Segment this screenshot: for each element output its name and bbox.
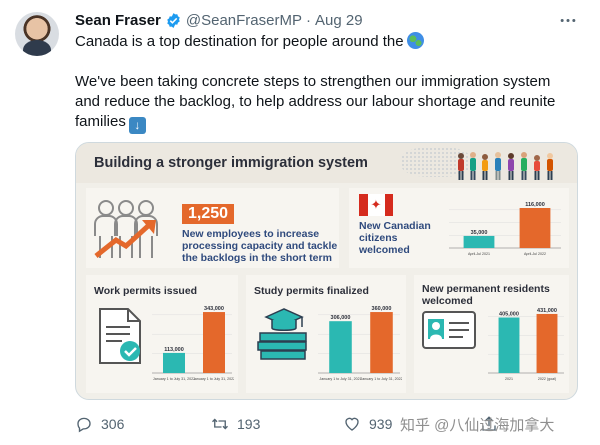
permanent-residents-panel: New permanent residents welcomed 405,000… xyxy=(414,275,569,393)
chart-category-label: 2021 xyxy=(505,377,513,381)
citizens-label: New Canadian citizens welcomed xyxy=(359,220,431,256)
chart-bar xyxy=(370,312,393,373)
tweet-text-line-3: and reduce the backlog, to help address … xyxy=(75,93,556,110)
down-arrow-emoji-icon: ↓ xyxy=(128,116,146,134)
tweet-date[interactable]: Aug 29 xyxy=(315,12,363,29)
chart-bar xyxy=(519,208,551,248)
permanent-residents-chart: 405,000 2021 431,000 2022 (goal) xyxy=(484,301,566,389)
employees-growth-icon xyxy=(94,200,158,258)
reply-button[interactable]: 306 xyxy=(75,412,124,436)
more-options-icon[interactable] xyxy=(558,12,578,28)
study-permits-chart: 306,000 January 1 to July 31, 2021 360,000… xyxy=(314,299,402,389)
chart-category-label: April-Jul 2021 xyxy=(468,252,490,256)
chart-value-label: 360,000 xyxy=(372,306,392,312)
people-group-illustration xyxy=(458,152,553,180)
id-card-icon xyxy=(422,311,476,349)
chart-value-label: 405,000 xyxy=(499,312,519,318)
like-button[interactable]: 939 xyxy=(343,412,392,436)
like-count: 939 xyxy=(369,416,393,432)
chart-category-label: January 1 to July 31, 2022 xyxy=(193,377,234,381)
citizens-chart: 35,000 April-Jul 2021 116,000 April-Jul 202… xyxy=(445,196,563,264)
infographic-image[interactable]: Building a stronger immigration system 1… xyxy=(75,142,578,400)
zhihu-watermark: 知乎 @八仙过海加拿大 xyxy=(400,417,555,434)
chart-value-label: 116,000 xyxy=(525,202,545,208)
employees-number: 1,250 xyxy=(182,204,235,224)
chart-value-label: 431,000 xyxy=(537,308,557,314)
avatar[interactable] xyxy=(15,12,59,56)
work-permits-title: Work permits issued xyxy=(94,285,198,297)
chart-bar xyxy=(203,312,225,373)
chart-category-label: January 1 to July 31, 2021 xyxy=(153,377,195,381)
chart-bar xyxy=(463,235,495,248)
chart-category-label: January 1 to July 31, 2022 xyxy=(360,377,402,381)
retweet-button[interactable]: 193 xyxy=(211,412,260,436)
books-graduation-cap-icon xyxy=(257,308,307,360)
work-permits-panel: Work permits issued 113,000 January 1 to … xyxy=(86,275,238,393)
work-permits-chart: 113,000 January 1 to July 31, 2021 343,000… xyxy=(148,299,234,389)
retweet-icon xyxy=(212,418,228,430)
chart-value-label: 306,000 xyxy=(331,315,351,321)
chart-category-label: April-Jul 2022 xyxy=(524,252,546,256)
employees-description: New employees to increase processing cap… xyxy=(182,228,338,264)
infographic-title: Building a stronger immigration system xyxy=(94,155,368,171)
author-handle[interactable]: @SeanFraserMP xyxy=(186,12,302,29)
tweet-text-line-2: We've been taking concrete steps to stre… xyxy=(75,73,551,90)
canada-flag-icon: ✦ xyxy=(359,194,393,216)
chart-bar xyxy=(163,352,185,373)
infographic-header: Building a stronger immigration system xyxy=(76,143,577,183)
tweet-text-line-4: families ↓ xyxy=(75,112,146,134)
chart-value-label: 113,000 xyxy=(164,347,184,353)
employees-panel: 1,250 New employees to increase processi… xyxy=(86,188,339,268)
author-name[interactable]: Sean Fraser xyxy=(75,12,161,29)
study-permits-title: Study permits finalized xyxy=(254,285,369,297)
document-check-icon xyxy=(99,308,141,364)
chart-value-label: 35,000 xyxy=(471,230,488,236)
separator-dot: · xyxy=(306,11,311,29)
citizens-panel: ✦ New Canadian citizens welcomed 35,000 A… xyxy=(349,188,569,268)
chart-bar xyxy=(329,321,352,373)
verified-badge-icon xyxy=(165,12,182,29)
chart-value-label: 343,000 xyxy=(204,306,224,312)
chart-bar xyxy=(498,317,520,373)
study-permits-panel: Study permits finalized 306,000 January 1… xyxy=(246,275,406,393)
retweet-count: 193 xyxy=(237,416,261,432)
chart-category-label: 2022 (goal) xyxy=(538,377,556,381)
reply-icon xyxy=(77,417,91,433)
chart-bar xyxy=(536,313,558,373)
tweet-text-line-1: Canada is a top destination for people a… xyxy=(75,32,424,52)
chart-category-label: January 1 to July 31, 2021 xyxy=(319,377,361,381)
heart-icon xyxy=(345,417,359,431)
globe-emoji-icon xyxy=(406,32,424,49)
tweet-header: Sean Fraser @SeanFraserMP · Aug 29 xyxy=(75,10,363,30)
reply-count: 306 xyxy=(101,416,125,432)
tweet[interactable]: Sean Fraser @SeanFraserMP · Aug 29 Canad… xyxy=(0,0,600,445)
